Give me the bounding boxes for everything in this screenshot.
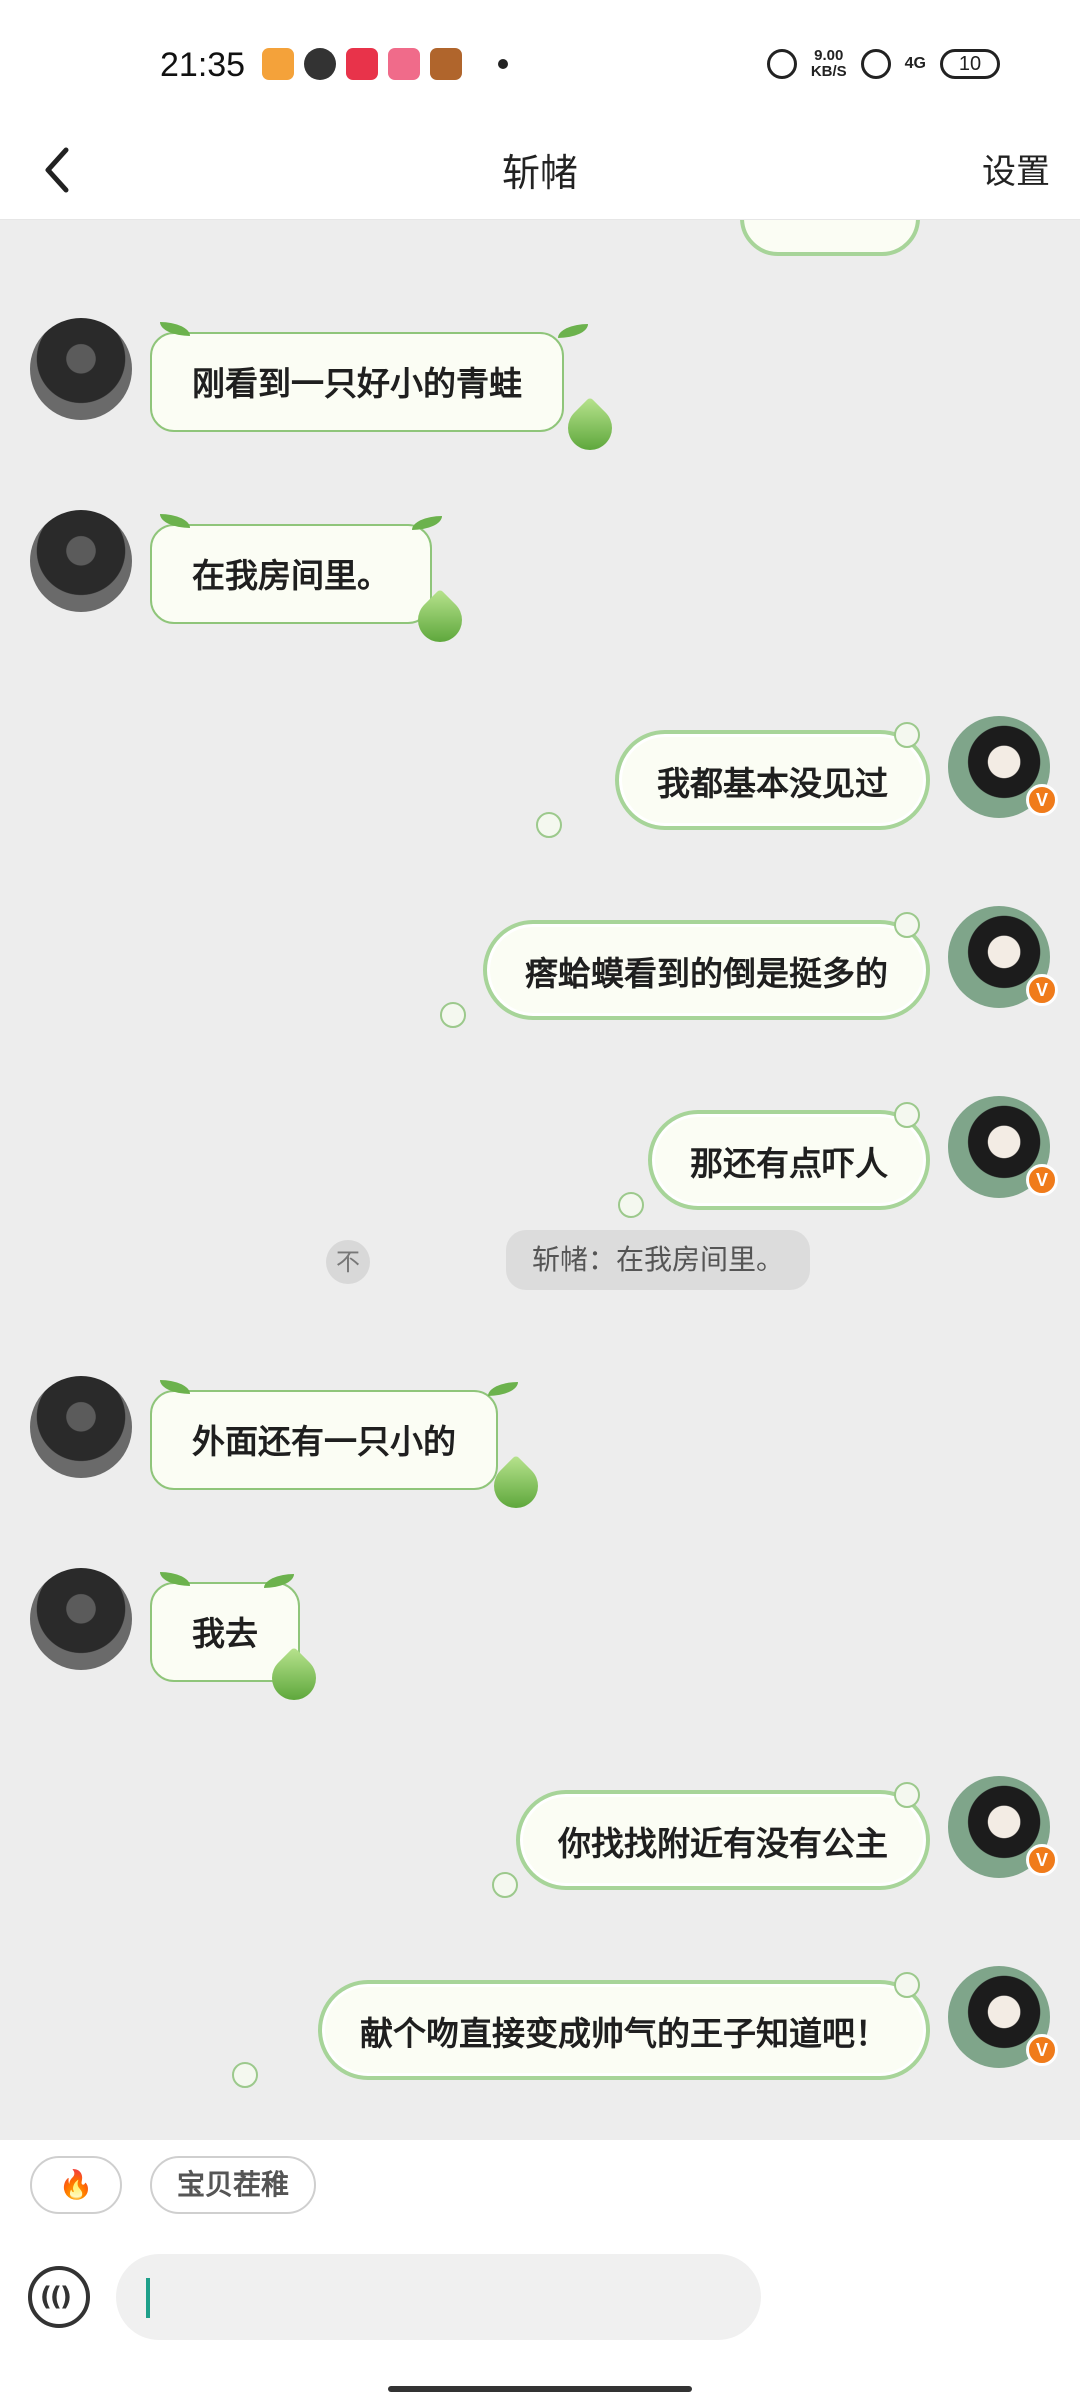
flower-decoration	[894, 912, 920, 938]
flower-decoration	[894, 1782, 920, 1808]
input-bar: (()	[0, 2236, 1080, 2400]
flower-decoration	[894, 722, 920, 748]
battery-icon: 10	[940, 49, 1000, 79]
net-speed: 9.00 KB/S	[811, 48, 847, 80]
message-input[interactable]	[116, 2254, 761, 2340]
message-bubble[interactable]: 刚看到一只好小的青蛙	[150, 332, 564, 432]
game-app-icon	[430, 48, 462, 80]
quote-icon: 不	[326, 1240, 370, 1284]
fire-emoji-chip[interactable]: 🔥	[30, 2156, 122, 2214]
zongzi-decoration	[558, 396, 622, 460]
net-speed-value: 9.00	[814, 47, 844, 64]
net-speed-unit: KB/S	[810, 63, 847, 80]
app-notification-icon	[262, 48, 294, 80]
verified-badge: V	[1026, 2034, 1058, 2066]
contact-avatar[interactable]	[30, 510, 132, 612]
flower-decoration	[618, 1192, 644, 1218]
verified-badge: V	[1026, 1164, 1058, 1196]
contact-avatar[interactable]	[30, 1376, 132, 1478]
system-status: 9.00 KB/S 4G 10	[766, 48, 1000, 80]
chat-header: 斩帾 设置	[0, 120, 1080, 220]
video-app-icon	[346, 48, 378, 80]
nfc-icon	[860, 49, 891, 79]
message-bubble[interactable]: 瘩蛤蟆看到的倒是挺多的	[483, 920, 930, 1020]
quick-reply-chip[interactable]: 宝贝茬稚	[150, 2156, 316, 2214]
text-caret	[146, 2278, 150, 2318]
voice-input-icon[interactable]: (()	[28, 2266, 90, 2328]
message-bubble[interactable]: 那还有点吓人	[648, 1110, 930, 1210]
leaf-decoration	[488, 1382, 518, 1396]
home-indicator[interactable]	[388, 2386, 692, 2392]
verified-badge: V	[1026, 974, 1058, 1006]
wechat-icon	[304, 48, 336, 80]
verified-badge: V	[1026, 784, 1058, 816]
flower-decoration	[232, 2062, 258, 2088]
message-bubble[interactable]: 我都基本没见过	[615, 730, 930, 830]
verified-badge: V	[1026, 1844, 1058, 1876]
flower-decoration	[894, 1972, 920, 1998]
flower-decoration	[440, 1002, 466, 1028]
notification-icons	[262, 48, 508, 80]
leaf-decoration	[558, 324, 588, 338]
more-notifications-dot	[498, 59, 508, 69]
quoted-message[interactable]: 斩帾：在我房间里。	[505, 1230, 810, 1290]
message-bubble[interactable]: 你找找附近有没有公主	[516, 1790, 930, 1890]
flower-decoration	[536, 812, 562, 838]
chat-title: 斩帾	[501, 151, 578, 195]
contact-avatar[interactable]	[30, 318, 132, 420]
status-time: 21:35	[160, 46, 246, 84]
quick-reply-bar: 🔥 宝贝茬稚	[0, 2140, 1080, 2236]
status-bar: 21:35 9.00 KB/S 4G 10	[0, 0, 1080, 120]
settings-button[interactable]: 设置	[982, 144, 1050, 193]
contact-avatar[interactable]	[30, 1568, 132, 1670]
flower-decoration	[894, 1102, 920, 1128]
partial-bubble	[740, 220, 920, 256]
message-bubble[interactable]: 献个吻直接变成帅气的王子知道吧！	[318, 1980, 930, 2080]
alarm-icon	[766, 49, 797, 79]
message-bubble[interactable]: 在我房间里。	[150, 524, 432, 624]
message-list[interactable]: 刚看到一只好小的青蛙 在我房间里。 V 我都基本没见过 V 瘩蛤蟆看到的倒是挺多…	[0, 220, 1080, 2140]
shopping-app-icon	[388, 48, 420, 80]
message-bubble[interactable]: 外面还有一只小的	[150, 1390, 498, 1490]
leaf-decoration	[412, 516, 442, 530]
flower-decoration	[492, 1872, 518, 1898]
network-type: 4G	[904, 55, 926, 72]
